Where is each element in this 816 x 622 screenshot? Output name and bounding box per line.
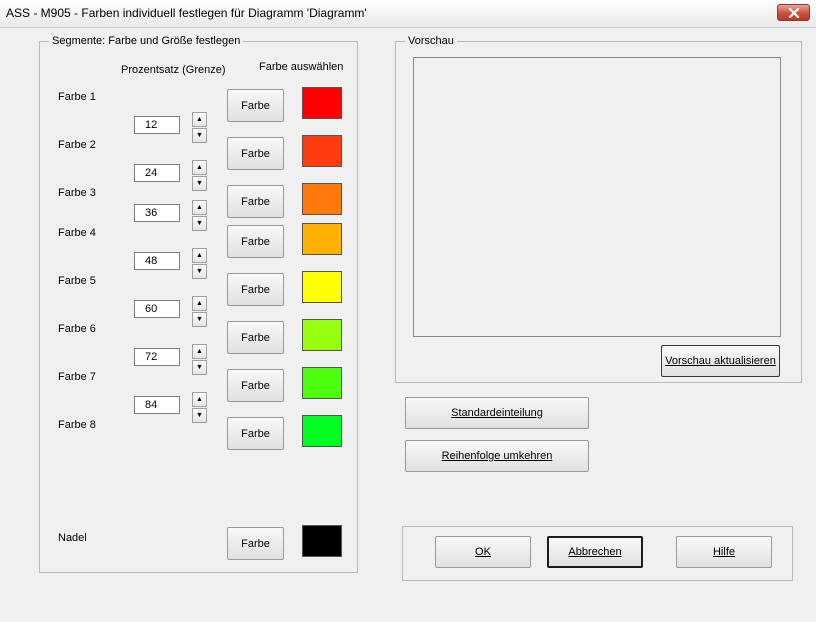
color-swatch-8	[302, 415, 342, 447]
needle-label: Nadel	[58, 532, 87, 544]
limit-input-6[interactable]	[134, 348, 180, 366]
help-button[interactable]: Hilfe	[676, 536, 772, 568]
limit-3-up-button[interactable]: ▲	[192, 200, 207, 215]
pick-color-2-button[interactable]: Farbe	[227, 137, 284, 170]
ok-button[interactable]: OK	[435, 536, 531, 568]
help-label: Hilfe	[712, 546, 735, 558]
reverse-order-button[interactable]: Reihenfolge umkehren	[405, 440, 589, 472]
limit-2-up-button[interactable]: ▲	[192, 160, 207, 175]
preview-area	[413, 57, 781, 337]
window-title: ASS - M905 - Farben individuell festlege…	[6, 6, 367, 20]
close-button[interactable]	[777, 4, 810, 21]
color-swatch-5	[302, 271, 342, 303]
color-label: Farbe 7	[58, 371, 96, 383]
limit-input-3[interactable]	[134, 204, 180, 222]
pick-needle-color-button[interactable]: Farbe	[227, 527, 284, 560]
pick-color-4-button[interactable]: Farbe	[227, 225, 284, 258]
color-label: Farbe 4	[58, 227, 96, 239]
percent-column-header: Prozentsatz (Grenze)	[121, 64, 226, 76]
refresh-preview-button[interactable]: Vorschau aktualisieren	[661, 345, 780, 377]
standard-division-label: Standardeinteilung	[451, 407, 543, 419]
color-swatch-3	[302, 183, 342, 215]
pick-color-7-button[interactable]: Farbe	[227, 369, 284, 402]
reverse-order-label: Reihenfolge umkehren	[441, 450, 553, 462]
close-icon	[788, 8, 800, 18]
refresh-preview-label: Vorschau aktualisieren	[665, 355, 776, 367]
limit-5-down-button[interactable]: ▼	[192, 312, 207, 327]
limit-6-up-button[interactable]: ▲	[192, 344, 207, 359]
limit-input-7[interactable]	[134, 396, 180, 414]
segments-group-legend: Segmente: Farbe und Größe festlegen	[49, 35, 244, 47]
color-swatch-7	[302, 367, 342, 399]
color-label: Farbe 3	[58, 187, 96, 199]
standard-division-button[interactable]: Standardeinteilung	[405, 397, 589, 429]
color-swatch-1	[302, 87, 342, 119]
limit-4-down-button[interactable]: ▼	[192, 264, 207, 279]
limit-1-up-button[interactable]: ▲	[192, 112, 207, 127]
color-swatch-6	[302, 319, 342, 351]
pick-color-5-button[interactable]: Farbe	[227, 273, 284, 306]
pick-color-3-button[interactable]: Farbe	[227, 185, 284, 218]
cancel-button[interactable]: Abbrechen	[547, 536, 643, 568]
limit-7-down-button[interactable]: ▼	[192, 408, 207, 423]
color-swatch-4	[302, 223, 342, 255]
limit-2-down-button[interactable]: ▼	[192, 176, 207, 191]
limit-input-1[interactable]	[134, 116, 180, 134]
cancel-label: Abbrechen	[568, 546, 622, 558]
limit-input-4[interactable]	[134, 252, 180, 270]
pick-color-1-button[interactable]: Farbe	[227, 89, 284, 122]
pick-color-6-button[interactable]: Farbe	[227, 321, 284, 354]
ok-label: OK	[475, 546, 491, 558]
limit-5-up-button[interactable]: ▲	[192, 296, 207, 311]
limit-input-5[interactable]	[134, 300, 180, 318]
color-label: Farbe 5	[58, 275, 96, 287]
pick-color-8-button[interactable]: Farbe	[227, 417, 284, 450]
preview-group-legend: Vorschau	[405, 35, 457, 47]
color-column-header: Farbe auswählen	[259, 61, 344, 73]
limit-6-down-button[interactable]: ▼	[192, 360, 207, 375]
limit-4-up-button[interactable]: ▲	[192, 248, 207, 263]
color-swatch-2	[302, 135, 342, 167]
limit-3-down-button[interactable]: ▼	[192, 216, 207, 231]
color-label: Farbe 8	[58, 419, 96, 431]
needle-color-swatch	[302, 525, 342, 557]
color-label: Farbe 2	[58, 139, 96, 151]
limit-1-down-button[interactable]: ▼	[192, 128, 207, 143]
color-label: Farbe 1	[58, 91, 96, 103]
limit-input-2[interactable]	[134, 164, 180, 182]
color-label: Farbe 6	[58, 323, 96, 335]
limit-7-up-button[interactable]: ▲	[192, 392, 207, 407]
title-bar: ASS - M905 - Farben individuell festlege…	[0, 0, 816, 28]
